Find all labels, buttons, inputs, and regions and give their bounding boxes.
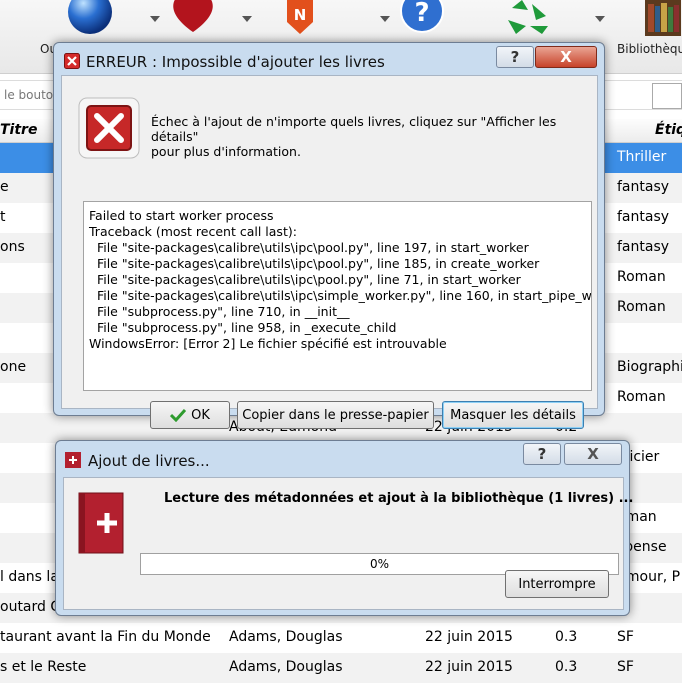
- add-books-title: Ajout de livres...: [88, 452, 210, 470]
- ok-button-label: OK: [191, 407, 210, 423]
- close-button[interactable]: X: [564, 443, 622, 465]
- close-icon: X: [560, 48, 572, 66]
- cell-date: 22 juin 2015: [425, 659, 513, 675]
- chevron-down-icon[interactable]: [150, 16, 160, 22]
- copy-button-label: Copier dans le presse-papier: [242, 407, 429, 423]
- news-icon[interactable]: N: [285, 0, 315, 36]
- table-row[interactable]: s et le Reste Adams, Douglas 22 juin 2015 0…: [0, 653, 682, 683]
- search-input[interactable]: le boutor: [4, 88, 58, 102]
- globe-icon[interactable]: [66, 0, 114, 36]
- add-books-dialog: Ajout de livres... ? X Lecture des métad…: [55, 440, 633, 616]
- cell-rating: 0.3: [555, 659, 578, 675]
- progress-text: 0%: [369, 557, 390, 571]
- checkmark-icon: [170, 408, 187, 422]
- cell-rating: 0.3: [555, 629, 578, 645]
- cell-tags: Biographi: [617, 359, 682, 375]
- cell-tags: SF: [617, 659, 634, 675]
- cell-date: 22 juin 2015: [425, 629, 513, 645]
- cell-tags: fantasy: [617, 239, 670, 255]
- interrupt-label: Interrompre: [518, 576, 596, 592]
- error-icon: [64, 53, 80, 69]
- toolbar-label-library[interactable]: Bibliothèque: [617, 42, 682, 56]
- book-icon: [78, 492, 124, 554]
- cell-title: s et le Reste: [0, 659, 87, 675]
- cell-title: one: [0, 359, 27, 375]
- search-options-button[interactable]: [652, 83, 682, 109]
- help-button[interactable]: ?: [496, 46, 534, 68]
- svg-text:N: N: [294, 6, 307, 24]
- hide-details-button[interactable]: Masquer les détails: [442, 401, 584, 429]
- copy-to-clipboard-button[interactable]: Copier dans le presse-papier: [237, 401, 434, 429]
- hide-details-label: Masquer les détails: [450, 407, 576, 423]
- cell-tags: SF: [617, 629, 634, 645]
- help-glyph: ?: [537, 445, 547, 463]
- add-books-heading: Lecture des métadonnées et ajout à la bi…: [164, 491, 634, 506]
- table-row[interactable]: taurant avant la Fin du Monde Adams, Doug…: [0, 623, 682, 653]
- chevron-down-icon[interactable]: [595, 16, 605, 22]
- close-icon: X: [587, 445, 599, 463]
- add-books-body: Lecture des métadonnées et ajout à la bi…: [63, 477, 633, 610]
- interrupt-button[interactable]: Interrompre: [505, 570, 609, 598]
- cell-tags: Roman: [617, 269, 666, 285]
- cell-tags: Thriller: [617, 149, 667, 165]
- book-icon: [65, 452, 81, 468]
- cell-tags: Roman: [617, 389, 666, 405]
- error-message: Échec à l'ajout de n'importe quels livre…: [151, 114, 557, 159]
- close-button[interactable]: X: [535, 46, 597, 68]
- cell-tags: fantasy: [617, 209, 670, 225]
- error-details-text[interactable]: Failed to start worker process Traceback…: [83, 201, 592, 391]
- chevron-down-icon[interactable]: [380, 16, 390, 22]
- cell-tags: fantasy: [617, 179, 670, 195]
- cell-title: outard G: [0, 599, 62, 615]
- help-glyph: ?: [510, 48, 520, 66]
- cell-title: ons: [0, 239, 25, 255]
- help-button[interactable]: ?: [523, 443, 561, 465]
- cell-author: Adams, Douglas: [229, 659, 343, 675]
- error-dialog: ERREUR : Impossible d'ajouter les livres…: [53, 42, 605, 429]
- help-icon[interactable]: ?: [399, 0, 445, 34]
- error-dialog-title: ERREUR : Impossible d'ajouter les livres: [86, 53, 385, 71]
- cell-title: l dans la: [0, 569, 59, 585]
- svg-text:?: ?: [414, 0, 429, 28]
- cell-title: e: [0, 179, 9, 195]
- column-header-title[interactable]: Titre: [0, 122, 37, 138]
- library-icon[interactable]: [645, 0, 681, 36]
- cell-author: Adams, Douglas: [229, 629, 343, 645]
- column-header-tags[interactable]: Étiq: [655, 122, 682, 138]
- error-icon: [78, 97, 140, 159]
- cell-title: taurant avant la Fin du Monde: [0, 629, 211, 645]
- cell-title: t: [0, 209, 6, 225]
- chevron-down-icon[interactable]: [242, 16, 252, 22]
- error-dialog-body: Échec à l'ajout de n'importe quels livre…: [61, 75, 598, 429]
- cell-tags: Roman: [617, 299, 666, 315]
- ok-button[interactable]: OK: [150, 401, 230, 429]
- recycle-icon[interactable]: [502, 0, 552, 36]
- heart-icon[interactable]: [168, 0, 218, 36]
